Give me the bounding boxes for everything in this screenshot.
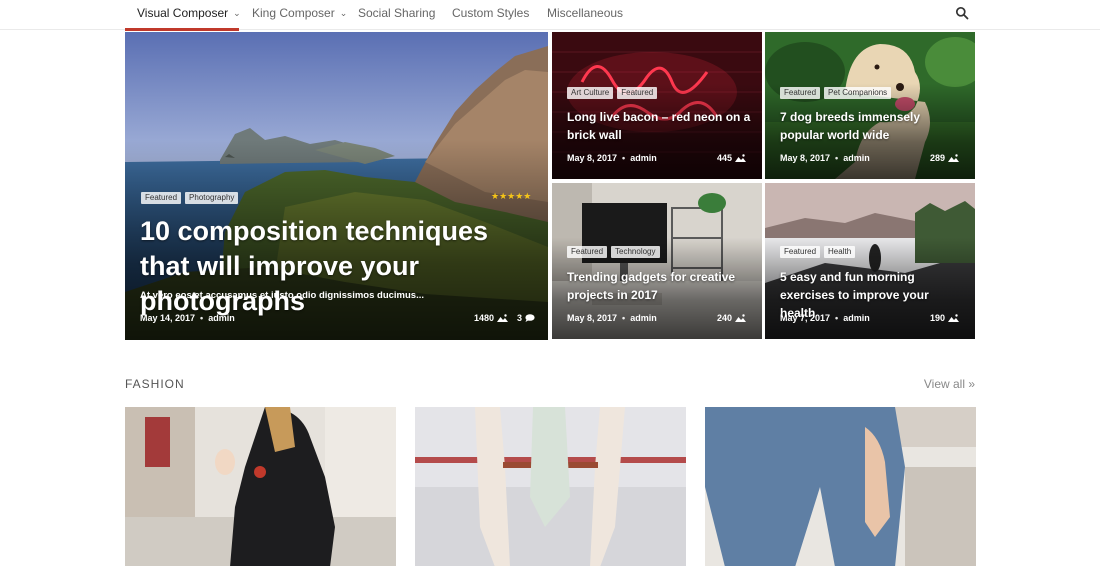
- tag-technology[interactable]: Technology: [611, 246, 660, 258]
- post-tags: Featured Technology: [567, 246, 660, 258]
- post-date: May 8, 2017: [567, 153, 618, 163]
- post-stats: 445: [717, 153, 746, 163]
- fashion-image-3: [705, 407, 976, 566]
- nav-item-label: Miscellaneous: [547, 6, 624, 20]
- nav-item-custom-styles[interactable]: Custom Styles: [452, 0, 529, 30]
- image-icon: [735, 154, 746, 162]
- post-date: May 8, 2017: [780, 153, 831, 163]
- hero-post-excerpt: At vero eos et accusamus et iusto odio d…: [140, 290, 425, 301]
- view-count: 190: [929, 313, 945, 323]
- fashion-post-image[interactable]: [125, 407, 396, 566]
- view-count: 289: [929, 153, 945, 163]
- post-author[interactable]: admin: [843, 313, 870, 323]
- fashion-image-1: [125, 407, 396, 566]
- comment-count: 3: [517, 313, 523, 323]
- post-card[interactable]: Art Culture Featured Long live bacon – r…: [552, 32, 762, 179]
- nav-item-king-composer[interactable]: King Composer ⌄: [252, 0, 347, 30]
- search-icon[interactable]: [955, 6, 969, 20]
- post-tags: Featured Photography: [141, 192, 239, 204]
- tag-featured[interactable]: Featured: [780, 87, 821, 99]
- post-title[interactable]: Trending gadgets for creative projects i…: [567, 268, 752, 304]
- chevron-down-icon: ⌄: [233, 8, 241, 18]
- post-stats: 190: [930, 313, 959, 323]
- tag-featured[interactable]: Featured: [141, 192, 182, 204]
- hero-post-card[interactable]: Featured Photography ★★★★★ 10 compositio…: [125, 32, 548, 340]
- post-date: May 7, 2017: [780, 313, 831, 323]
- post-author[interactable]: admin: [843, 153, 870, 163]
- post-author[interactable]: admin: [208, 313, 235, 323]
- post-tags: Featured Pet Companions: [780, 87, 892, 99]
- post-card[interactable]: Featured Pet Companions 7 dog breeds imm…: [765, 32, 975, 179]
- fashion-post-image[interactable]: [415, 407, 686, 566]
- active-nav-indicator: [125, 28, 239, 31]
- tag-health[interactable]: Health: [824, 246, 856, 258]
- view-count: 240: [716, 313, 732, 323]
- section-title: FASHION: [125, 377, 185, 391]
- post-author[interactable]: admin: [630, 153, 657, 163]
- post-meta: May 8, 2017 • admin: [567, 153, 657, 163]
- nav-item-label: Visual Composer: [137, 6, 229, 20]
- nav-item-visual-composer[interactable]: Visual Composer ⌄: [137, 0, 241, 30]
- image-icon: [735, 314, 746, 322]
- comment-icon: [525, 314, 535, 322]
- fashion-image-2: [415, 407, 686, 566]
- post-author[interactable]: admin: [630, 313, 657, 323]
- post-tags: Art Culture Featured: [567, 87, 658, 99]
- post-stats: 1480 3: [474, 313, 535, 323]
- post-meta: May 7, 2017 • admin: [780, 313, 870, 323]
- post-tags: Featured Health: [780, 246, 856, 258]
- nav-item-label: King Composer: [252, 6, 335, 20]
- post-stats: 240: [717, 313, 746, 323]
- post-stats: 289: [930, 153, 959, 163]
- star-rating: ★★★★★: [491, 191, 532, 201]
- view-all-link[interactable]: View all »: [924, 377, 975, 391]
- tag-featured[interactable]: Featured: [780, 246, 821, 258]
- nav-item-miscellaneous[interactable]: Miscellaneous: [547, 0, 623, 30]
- post-meta: May 14, 2017 • admin: [140, 313, 235, 323]
- post-meta: May 8, 2017 • admin: [567, 313, 657, 323]
- tag-pet-companions[interactable]: Pet Companions: [824, 87, 892, 99]
- tag-photography[interactable]: Photography: [185, 192, 239, 204]
- post-card[interactable]: Featured Technology Trending gadgets for…: [552, 183, 762, 339]
- chevron-down-icon: ⌄: [339, 8, 348, 18]
- hero-post-title[interactable]: 10 composition techniques that will impr…: [140, 214, 535, 319]
- post-card[interactable]: Featured Health 5 easy and fun morning e…: [765, 183, 975, 339]
- nav-item-label: Custom Styles: [452, 6, 530, 20]
- nav-item-social-sharing[interactable]: Social Sharing: [358, 0, 435, 30]
- view-count: 445: [716, 153, 732, 163]
- post-title[interactable]: 7 dog breeds immensely popular world wid…: [780, 108, 965, 144]
- post-date: May 14, 2017: [140, 313, 196, 323]
- tag-art-culture[interactable]: Art Culture: [567, 87, 614, 99]
- image-icon: [497, 314, 509, 322]
- tag-featured[interactable]: Featured: [617, 87, 658, 99]
- main-nav: Visual Composer ⌄ King Composer ⌄ Social S…: [0, 0, 1100, 31]
- image-icon: [948, 154, 959, 162]
- post-title[interactable]: Long live bacon – red neon on a brick wa…: [567, 108, 752, 144]
- view-count: 1480: [474, 313, 495, 323]
- tag-featured[interactable]: Featured: [567, 246, 608, 258]
- nav-item-label: Social Sharing: [358, 6, 436, 20]
- post-date: May 8, 2017: [567, 313, 618, 323]
- fashion-post-image[interactable]: [705, 407, 976, 566]
- image-icon: [948, 314, 959, 322]
- post-meta: May 8, 2017 • admin: [780, 153, 870, 163]
